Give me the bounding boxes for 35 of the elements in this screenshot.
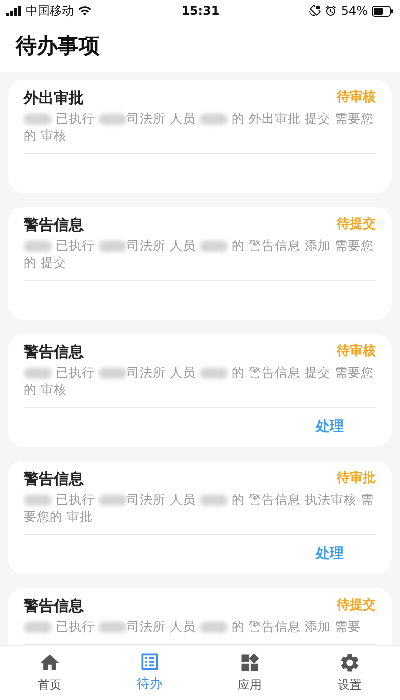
task-card[interactable]: 警告信息 待审批 已执行 司法所 人员 的 警告信息 执法审核 需要您的 审批 处理 xyxy=(8,461,392,574)
signal-icon xyxy=(6,6,22,16)
message-text: 已执行 司法所 人员 的 警告信息 提交 需要您的 审核 xyxy=(24,364,375,398)
list-icon xyxy=(139,651,161,674)
wifi-icon xyxy=(78,4,92,18)
message-text: 已执行 司法所 人员 的 警告信息 添加 需要 xyxy=(24,618,376,635)
task-title: 外出审批 xyxy=(24,88,84,109)
tab-item[interactable]: 首页 xyxy=(0,646,100,700)
clock-time: 15:31 xyxy=(182,3,220,20)
message-text: 已执行 司法所 人员 的 警告信息 添加 需要您的 提交 xyxy=(24,237,375,271)
status-label: 待审核 xyxy=(337,342,376,362)
status-label: 待审核 xyxy=(337,88,376,108)
task-title: 警告信息 xyxy=(24,468,84,490)
task-card[interactable]: 警告信息 待提交 已执行 司法所 人员 的 警告信息 添加 需要 xyxy=(8,588,392,645)
battery-icon xyxy=(372,6,394,16)
alarm-icon xyxy=(325,5,338,17)
task-title: 警告信息 xyxy=(24,596,84,617)
task-card[interactable]: 警告信息 待提交 已执行 司法所 人员 的 警告信息 添加 需要您的 提交 xyxy=(8,207,392,320)
grid-icon xyxy=(239,652,261,674)
tab-item[interactable]: 应用 xyxy=(200,646,300,700)
task-title: 警告信息 xyxy=(24,342,84,363)
task-title: 警告信息 xyxy=(24,214,84,236)
status-label: 待提交 xyxy=(337,596,376,616)
task-card[interactable]: 警告信息 待审核 已执行 司法所 人员 的 警告信息 提交 需要您的 审核 处理 xyxy=(8,334,392,447)
task-card[interactable]: 外出审批 待审核 已执行 司法所 人员 的 外出审批 提交 需要您的 审核 xyxy=(8,80,392,193)
page-title: 待办事项 xyxy=(16,33,100,60)
tab-item[interactable]: 设置 xyxy=(300,646,400,700)
rotation-lock-icon xyxy=(309,5,322,17)
status-label: 待审批 xyxy=(337,470,376,488)
battery-percent: 54% xyxy=(341,3,368,20)
status-label: 待提交 xyxy=(337,216,376,234)
carrier-name: 中国移动 xyxy=(26,3,74,20)
settings-icon xyxy=(339,652,361,674)
message-text: 已执行 司法所 人员 的 外出审批 提交 需要您的 审核 xyxy=(24,110,375,144)
message-text: 已执行 司法所 人员 的 警告信息 执法审核 需要您的 审批 xyxy=(24,491,375,525)
